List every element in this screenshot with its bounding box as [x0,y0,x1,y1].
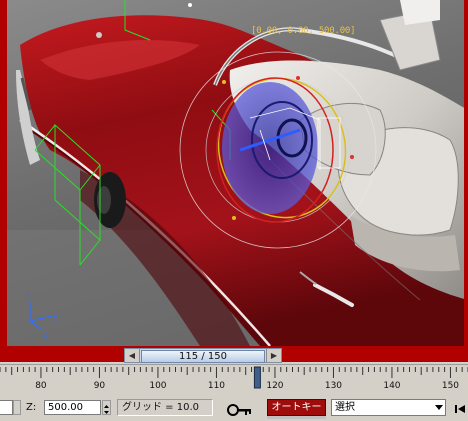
track-tick-label: 90 [93,381,106,391]
track-tick-label: 130 [324,381,343,391]
perspective-viewport[interactable]: z y x [0.00, 0.00, 500.00] [0,0,468,346]
set-key-icon [227,404,251,416]
active-viewport-border-left [0,0,7,346]
axis-x-label: x [43,330,48,339]
spinner-arrows-icon [104,405,109,414]
axis-z-label: z [26,291,30,300]
status-bar: Z: 500.00 グリッド = 10.0 オートキー 選択 [0,396,468,421]
track-tick-label: 140 [383,381,401,391]
z-coordinate-field[interactable]: 500.00 [44,400,101,415]
track-tick-label: 120 [266,381,284,391]
set-key-button-edge [267,416,326,419]
previous-frame-button[interactable]: ◀ [125,349,140,362]
time-slider[interactable]: ◀ 115 / 150 ▶ [124,348,282,363]
key-filter-dropdown[interactable]: 選択 [331,399,446,416]
axis-y-label: y [53,312,58,321]
current-frame-marker[interactable] [253,366,261,389]
x-coordinate-field[interactable] [0,400,13,415]
x-coordinate-spinner[interactable] [13,400,21,415]
viewport-render: z y x [0,0,468,346]
auto-key-button[interactable]: オートキー [267,399,326,416]
track-tick-label: 110 [207,381,226,391]
chevron-down-icon [435,405,443,410]
arrow-left-icon: ◀ [128,351,136,360]
active-viewport-border-right [464,0,468,346]
track-tick-label: 100 [149,381,167,391]
goto-start-button[interactable] [453,401,468,415]
arrow-right-icon: ▶ [270,351,278,360]
next-frame-button[interactable]: ▶ [266,349,281,362]
goto-start-icon [455,405,465,413]
grid-spacing-readout: グリッド = 10.0 [117,399,213,416]
time-slider-thumb[interactable]: 115 / 150 [141,350,265,363]
key-filter-value: 選択 [335,402,355,413]
track-tick-label: 80 [35,381,47,391]
track-bar[interactable]: 80 90 100 110 120 130 140 150 [0,364,468,397]
set-key-button[interactable] [221,399,261,417]
z-coordinate-label: Z: [26,402,37,413]
track-tick-label: 150 [441,381,460,391]
z-coordinate-spinner[interactable] [102,400,111,415]
gizmo-coordinate-readout: [0.00, 0.00, 500.00] [251,26,356,36]
